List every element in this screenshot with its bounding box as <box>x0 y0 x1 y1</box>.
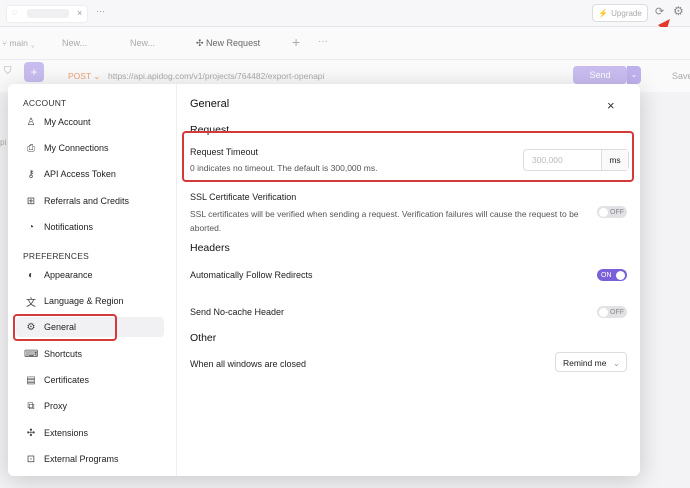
method-select[interactable]: POST ⌄ <box>68 71 100 82</box>
close-icon[interactable]: × <box>607 98 615 113</box>
redirect-label: Automatically Follow Redirects <box>190 270 313 280</box>
account-section-title: ACCOUNT <box>23 98 67 108</box>
nocache-label: Send No-cache Header <box>190 307 285 317</box>
sidebar-item-my-connections[interactable]: ⎙ My Connections <box>16 138 164 158</box>
ssl-toggle[interactable]: OFF <box>597 206 627 218</box>
proxy-icon: ⧉ <box>27 400 35 412</box>
palette-icon: ◐ <box>27 269 35 281</box>
branch-selector[interactable]: ⑂ main ⌄ <box>2 38 35 48</box>
app-topbar: ◌ × ··· ⚡ Upgrade ⟳ ⚙ <box>0 0 690 27</box>
windows-closed-select[interactable]: Remind me ⌄ <box>555 352 627 372</box>
sidebar-item-api-access-token[interactable]: ⚷ API Access Token <box>16 164 164 184</box>
sidebar-item-my-account[interactable]: ♙ My Account <box>16 112 164 132</box>
add-tab-icon[interactable]: + <box>292 34 300 50</box>
new-button[interactable]: + <box>24 62 44 82</box>
upgrade-icon: ⚡ <box>598 8 609 18</box>
sidebar-item-notifications[interactable]: ◔ Notifications <box>16 217 164 237</box>
preferences-section-title: PREFERENCES <box>23 251 89 261</box>
sidebar-item-referrals[interactable]: ⊞ Referrals and Credits <box>16 191 164 211</box>
background-text-fragment: pi <box>0 138 7 147</box>
headers-heading: Headers <box>190 242 230 254</box>
filter-icon[interactable]: ⛉ <box>4 66 12 77</box>
sidebar-item-external-programs[interactable]: ⊡ External Programs <box>16 449 164 469</box>
tab-new-1[interactable]: New... <box>62 38 87 48</box>
sidebar-item-extensions[interactable]: ✣ Extensions <box>16 423 164 443</box>
settings-modal: ACCOUNT ♙ My Account ⎙ My Connections ⚷ API… <box>8 84 640 476</box>
bell-icon: ◔ <box>27 221 35 233</box>
close-icon[interactable]: × <box>77 8 82 18</box>
windows-closed-label: When all windows are closed <box>190 359 307 369</box>
keyboard-icon: ⌨ <box>24 348 39 360</box>
ssl-desc: SSL certificates will be verified when s… <box>190 209 579 233</box>
send-button[interactable]: Send <box>573 66 627 84</box>
tab-icon: ◌ <box>12 8 17 17</box>
sidebar-item-language[interactable]: 文 Language & Region <box>16 291 164 311</box>
request-tabbar: ⑂ main ⌄ New... New... ✣ New Request + ·… <box>0 27 690 60</box>
sidebar-item-appearance[interactable]: ◐ Appearance <box>16 265 164 285</box>
general-highlight-annotation <box>13 314 117 341</box>
puzzle-icon: ✣ <box>26 427 36 439</box>
certificate-icon: ▤ <box>26 374 36 386</box>
sidebar-item-proxy[interactable]: ⧉ Proxy <box>16 396 164 416</box>
ssl-label: SSL Certificate Verification <box>190 192 297 202</box>
gift-icon: ⊞ <box>26 195 36 207</box>
chevron-down-icon: ⌄ <box>612 358 620 368</box>
other-heading: Other <box>190 332 217 344</box>
user-icon: ♙ <box>26 116 36 128</box>
send-dropdown-icon[interactable]: ⌄ <box>627 66 641 84</box>
tabs-more-icon[interactable]: ··· <box>318 36 328 47</box>
workspace-tab[interactable]: ◌ × <box>6 5 88 23</box>
redirect-toggle[interactable]: ON <box>597 269 627 281</box>
url-input[interactable]: https://api.apidog.com/v1/projects/76448… <box>108 71 324 81</box>
tab-new-2[interactable]: New... <box>130 38 155 48</box>
translate-icon: 文 <box>26 297 36 309</box>
tab-new-request[interactable]: ✣ New Request <box>196 38 260 49</box>
sidebar-item-shortcuts[interactable]: ⌨ Shortcuts <box>16 344 164 364</box>
blurred-workspace-name <box>27 9 69 18</box>
sidebar-item-certificates[interactable]: ▤ Certificates <box>16 370 164 390</box>
more-icon[interactable]: ··· <box>96 6 105 16</box>
timeout-highlight-annotation <box>182 131 634 182</box>
general-settings-panel: General × Request Request Timeout 0 indi… <box>177 84 640 476</box>
nocache-toggle[interactable]: OFF <box>597 306 627 318</box>
key-icon: ⚷ <box>27 168 35 180</box>
save-button[interactable]: Save <box>672 71 690 81</box>
code-icon: ⊡ <box>26 453 36 465</box>
settings-sidebar: ACCOUNT ♙ My Account ⎙ My Connections ⚷ API… <box>8 84 177 476</box>
panel-title: General <box>190 98 230 110</box>
connections-icon: ⎙ <box>27 142 35 154</box>
